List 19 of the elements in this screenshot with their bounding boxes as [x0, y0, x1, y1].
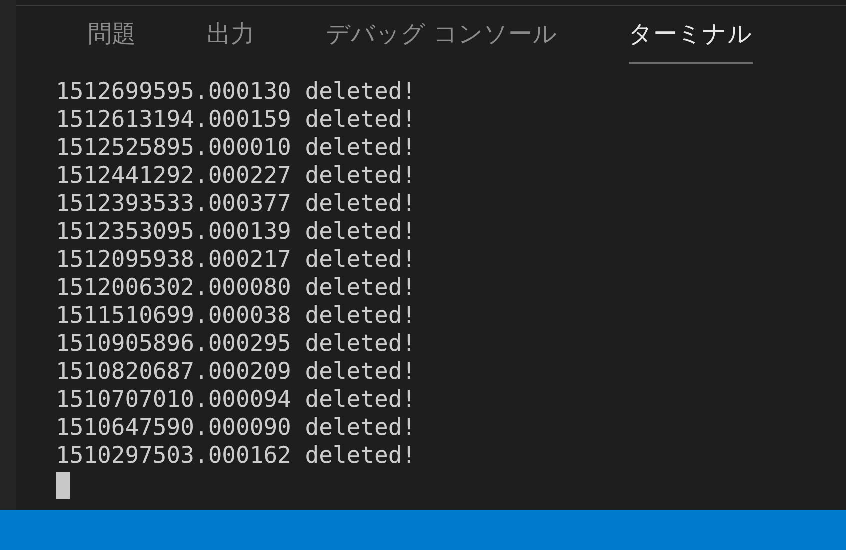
terminal-cursor — [56, 472, 70, 499]
terminal-line: 1512613194.000159 deleted! — [56, 106, 418, 134]
panel-tab[interactable]: デバッグ コンソール — [326, 6, 558, 64]
terminal-line: 1511510699.000038 deleted! — [56, 302, 418, 330]
terminal-line: 1512699595.000130 deleted! — [56, 78, 418, 106]
terminal-line: 1510297503.000162 deleted! — [56, 442, 418, 470]
terminal-line: 1512441292.000227 deleted! — [56, 162, 418, 190]
panel-tab[interactable]: 問題 — [88, 6, 136, 64]
terminal-line: 1512006302.000080 deleted! — [56, 274, 418, 302]
panel-tab[interactable]: 出力 — [207, 6, 255, 64]
terminal-line: 1512095938.000217 deleted! — [56, 246, 418, 274]
terminal-line: 1510820687.000209 deleted! — [56, 358, 418, 386]
terminal-line: 1510647590.000090 deleted! — [56, 414, 418, 442]
terminal-line: 1510905896.000295 deleted! — [56, 330, 418, 358]
panel-tab[interactable]: ターミナル — [628, 6, 753, 64]
terminal-line: 1510707010.000094 deleted! — [56, 386, 418, 414]
terminal-line: 1512353095.000139 deleted! — [56, 218, 418, 246]
terminal-line: 1512525895.000010 deleted! — [56, 134, 418, 162]
terminal-line: 1512393533.000377 deleted! — [56, 190, 418, 218]
